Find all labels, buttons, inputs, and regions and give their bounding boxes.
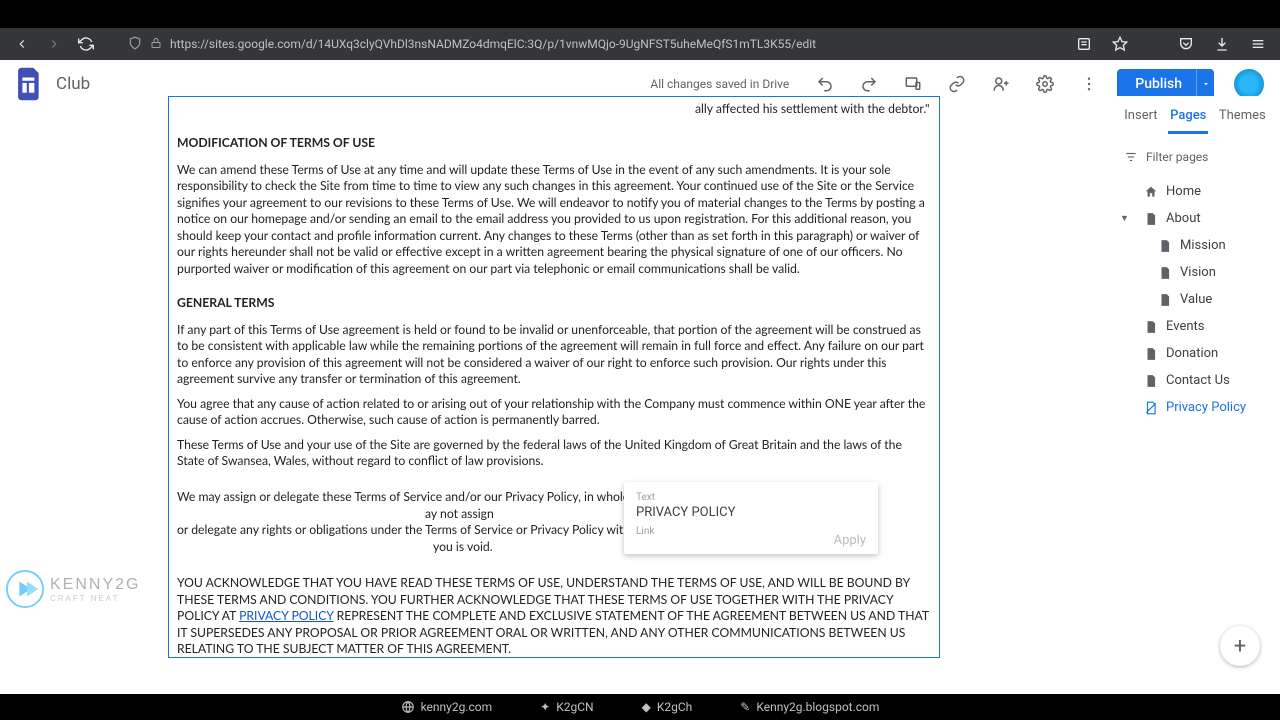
page-item-value[interactable]: Value	[1116, 286, 1272, 313]
watermark-logo-icon	[6, 570, 44, 608]
account-avatar[interactable]	[1234, 69, 1264, 99]
link-editor-popover: Text PRIVACY POLICY Link Apply	[624, 482, 878, 554]
page-icon	[1144, 374, 1158, 388]
taskbar-item[interactable]: ◆K2gCh	[642, 700, 693, 714]
doc-heading-modification: MODIFICATION OF TERMS OF USE	[177, 135, 931, 151]
privacy-policy-link[interactable]: PRIVACY POLICY	[239, 608, 333, 623]
taskbar: kenny2g.com ✦K2gCN ◆K2gCh ✎Kenny2g.blogs…	[0, 694, 1280, 720]
back-button[interactable]	[12, 34, 32, 54]
copy-link-button[interactable]	[941, 68, 973, 100]
forward-button[interactable]	[44, 34, 64, 54]
doc-para: If any part of this Terms of Use agreeme…	[177, 322, 931, 388]
doc-para: You agree that any cause of action relat…	[177, 396, 931, 429]
page-icon	[1144, 320, 1158, 334]
url-text[interactable]: https://sites.google.com/d/14UXq3clyQVhD…	[170, 37, 816, 51]
tab-insert[interactable]: Insert	[1122, 104, 1159, 134]
more-button[interactable]	[1073, 68, 1105, 100]
browser-menu-icon[interactable]	[1248, 34, 1268, 54]
download-icon[interactable]	[1212, 34, 1232, 54]
publish-button[interactable]: Publish	[1117, 69, 1200, 100]
watermark: KENNY2GCRAFT NEAT	[6, 570, 140, 608]
doc-heading-general: GENERAL TERMS	[177, 295, 931, 311]
save-status: All changes saved in Drive	[650, 77, 789, 91]
page-item-privacy[interactable]: Privacy Policy	[1116, 394, 1272, 421]
page-icon	[1144, 212, 1158, 226]
page-item-home[interactable]: Home	[1116, 178, 1272, 205]
popover-link-label: Link	[636, 526, 866, 537]
window-titlebar	[0, 0, 1280, 28]
page-item-donation[interactable]: Donation	[1116, 340, 1272, 367]
page-draft-icon	[1144, 401, 1158, 415]
site-title[interactable]: Club	[56, 74, 90, 94]
page-icon	[1158, 293, 1172, 307]
taskbar-item[interactable]: ✎Kenny2g.blogspot.com	[740, 700, 879, 714]
filter-pages[interactable]: Filter pages	[1110, 140, 1280, 174]
chevron-down-icon[interactable]: ▼	[1120, 213, 1129, 224]
page-item-about[interactable]: ▼About	[1116, 205, 1272, 232]
pocket-icon[interactable]	[1176, 34, 1196, 54]
reload-button[interactable]	[76, 34, 96, 54]
doc-para: We can amend these Terms of Use at any t…	[177, 162, 931, 277]
reader-icon[interactable]	[1074, 34, 1094, 54]
doc-partial-line: ally affected his settlement with the de…	[177, 97, 931, 117]
right-panel: Insert Pages Themes Filter pages Home ▼A…	[1110, 96, 1280, 433]
page-item-events[interactable]: Events	[1116, 313, 1272, 340]
page-icon	[1158, 266, 1172, 280]
home-icon	[1144, 185, 1158, 199]
settings-button[interactable]	[1029, 68, 1061, 100]
star-icon[interactable]	[1110, 34, 1130, 54]
popover-text-label: Text	[636, 492, 866, 503]
page-item-mission[interactable]: Mission	[1116, 232, 1272, 259]
tab-pages[interactable]: Pages	[1168, 104, 1208, 134]
text-block-canvas[interactable]: ally affected his settlement with the de…	[168, 96, 940, 658]
filter-icon	[1124, 150, 1138, 164]
publish-dropdown[interactable]	[1196, 69, 1214, 100]
doc-para: These Terms of Use and your use of the S…	[177, 437, 931, 470]
sites-logo-icon[interactable]	[16, 67, 44, 101]
browser-chrome: https://sites.google.com/d/14UXq3clyQVhD…	[0, 28, 1280, 60]
page-icon	[1158, 239, 1172, 253]
page-item-contact[interactable]: Contact Us	[1116, 367, 1272, 394]
doc-para-ack: YOU ACKNOWLEDGE THAT YOU HAVE READ THESE…	[177, 575, 931, 657]
tab-themes[interactable]: Themes	[1217, 104, 1268, 134]
page-icon	[1144, 347, 1158, 361]
add-page-fab[interactable]: +	[1220, 626, 1260, 666]
page-item-vision[interactable]: Vision	[1116, 259, 1272, 286]
popover-text-value[interactable]: PRIVACY POLICY	[636, 505, 866, 520]
taskbar-item[interactable]: kenny2g.com	[401, 700, 493, 714]
shield-icon	[128, 36, 142, 53]
lock-icon	[150, 37, 162, 52]
popover-apply-button[interactable]: Apply	[834, 533, 866, 548]
share-button[interactable]	[985, 68, 1017, 100]
taskbar-item[interactable]: ✦K2gCN	[540, 700, 593, 714]
